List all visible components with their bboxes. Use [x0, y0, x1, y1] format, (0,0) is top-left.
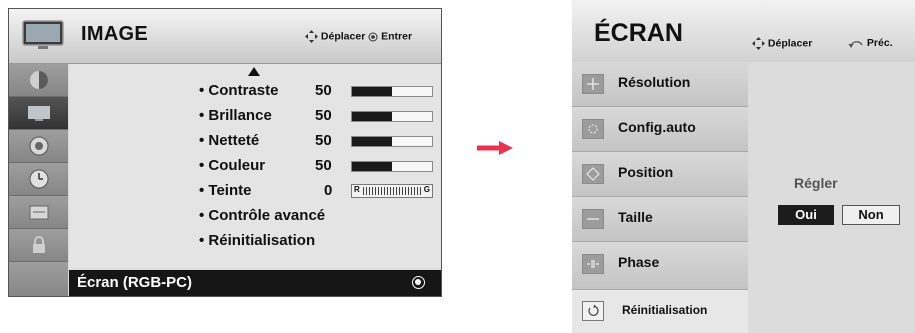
menu-item-position[interactable]: Position: [572, 152, 748, 197]
adjust-label: Régler: [794, 175, 838, 191]
reset-label: • Réinitialisation: [199, 232, 316, 249]
page-title: IMAGE: [81, 23, 149, 45]
setting-label: • Brillance: [199, 107, 272, 124]
screen-menu-panel: ÉCRAN Déplacer Préc. Résolution Config.a…: [572, 0, 915, 333]
move-arrows-icon: [305, 30, 318, 43]
category-sidebar: [9, 64, 68, 296]
circle-icon: [582, 119, 604, 139]
diamond-icon: [582, 164, 604, 184]
speaker-icon: [29, 136, 48, 156]
clock-icon: [29, 169, 48, 189]
menu-item-label: Phase: [618, 254, 660, 270]
sidebar-item-screen[interactable]: [9, 97, 68, 130]
setting-value: 50: [315, 157, 332, 174]
page-title: ÉCRAN: [594, 19, 683, 47]
menu-item-resolution[interactable]: Résolution: [572, 62, 748, 107]
adjust-area: [748, 62, 915, 333]
advanced-control-label: • Contrôle avancé: [199, 207, 326, 224]
tint-red-label: R: [354, 185, 360, 194]
menu-item-reset[interactable]: Réinitialisation: [572, 290, 748, 333]
setting-value: 50: [315, 132, 332, 149]
setting-value: 0: [324, 182, 333, 199]
phase-icon: [582, 254, 604, 274]
enter-radio-icon: [412, 276, 425, 289]
yes-button[interactable]: Oui: [778, 205, 834, 225]
menu-item-size[interactable]: Taille: [572, 197, 748, 242]
minus-icon: [582, 209, 604, 229]
padlock-icon: [32, 236, 45, 253]
image-menu-panel: IMAGE Déplacer Entrer • Contraste 50 • B…: [8, 8, 442, 297]
move-hint-label: Déplacer: [767, 37, 813, 50]
color-slider[interactable]: [351, 161, 433, 172]
tv-screen-icon: [27, 106, 50, 121]
enter-button-icon: [368, 32, 378, 41]
setting-label: • Netteté: [199, 132, 260, 149]
setting-label: • Teinte: [199, 182, 252, 199]
screen-rgb-pc-item[interactable]: Écran (RGB-PC): [69, 270, 441, 296]
menu-item-phase[interactable]: Phase: [572, 242, 748, 290]
menu-item-label: Réinitialisation: [622, 303, 708, 317]
scroll-up-icon[interactable]: [248, 67, 260, 76]
sidebar-item-picture[interactable]: [9, 64, 68, 97]
sidebar-item-options[interactable]: [9, 196, 68, 229]
no-button[interactable]: Non: [842, 205, 900, 225]
lock-keyboard-icon: [29, 205, 48, 220]
setting-label: • Contraste: [199, 82, 279, 99]
tint-scale: [363, 187, 421, 195]
menu-item-label: Résolution: [618, 74, 691, 90]
sharpness-slider[interactable]: [351, 136, 433, 147]
sidebar-item-empty: [9, 262, 68, 296]
sidebar-item-time[interactable]: [9, 163, 68, 196]
back-hint[interactable]: Préc.: [848, 37, 893, 49]
selected-item-label: Écran (RGB-PC): [77, 274, 193, 291]
brightness-slider[interactable]: [351, 111, 433, 122]
sidebar-item-audio[interactable]: [9, 130, 68, 163]
reset-icon: [582, 301, 604, 321]
menu-item-auto-config[interactable]: Config.auto: [572, 107, 748, 152]
screen-menu-header: ÉCRAN Déplacer Préc.: [572, 0, 915, 62]
plus-icon: [582, 74, 604, 94]
move-hint-label: Déplacer: [320, 30, 366, 43]
contrast-slider[interactable]: [351, 86, 433, 97]
navigation-hints: Déplacer Entrer: [305, 30, 412, 43]
menu-item-label: Position: [618, 164, 674, 180]
right-arrow-icon: [477, 141, 513, 155]
enter-hint-label: Entrer: [381, 30, 413, 43]
tv-icon: [22, 20, 64, 49]
menu-item-label: Config.auto: [618, 119, 696, 135]
sidebar-item-lock[interactable]: [9, 229, 68, 262]
back-hint-label: Préc.: [866, 37, 893, 49]
screen-menu-list: Résolution Config.auto Position Taille P…: [572, 62, 748, 290]
picture-icon: [29, 71, 48, 89]
back-icon: [848, 40, 863, 48]
move-hint: Déplacer: [752, 37, 812, 50]
tint-green-label: G: [423, 185, 430, 194]
setting-value: 50: [315, 107, 332, 124]
tint-slider[interactable]: R G: [351, 184, 433, 198]
image-menu-header: IMAGE Déplacer Entrer: [9, 9, 441, 64]
setting-value: 50: [315, 82, 332, 99]
move-arrows-icon: [752, 37, 765, 50]
setting-label: • Couleur: [199, 157, 266, 174]
menu-item-label: Taille: [618, 209, 653, 225]
